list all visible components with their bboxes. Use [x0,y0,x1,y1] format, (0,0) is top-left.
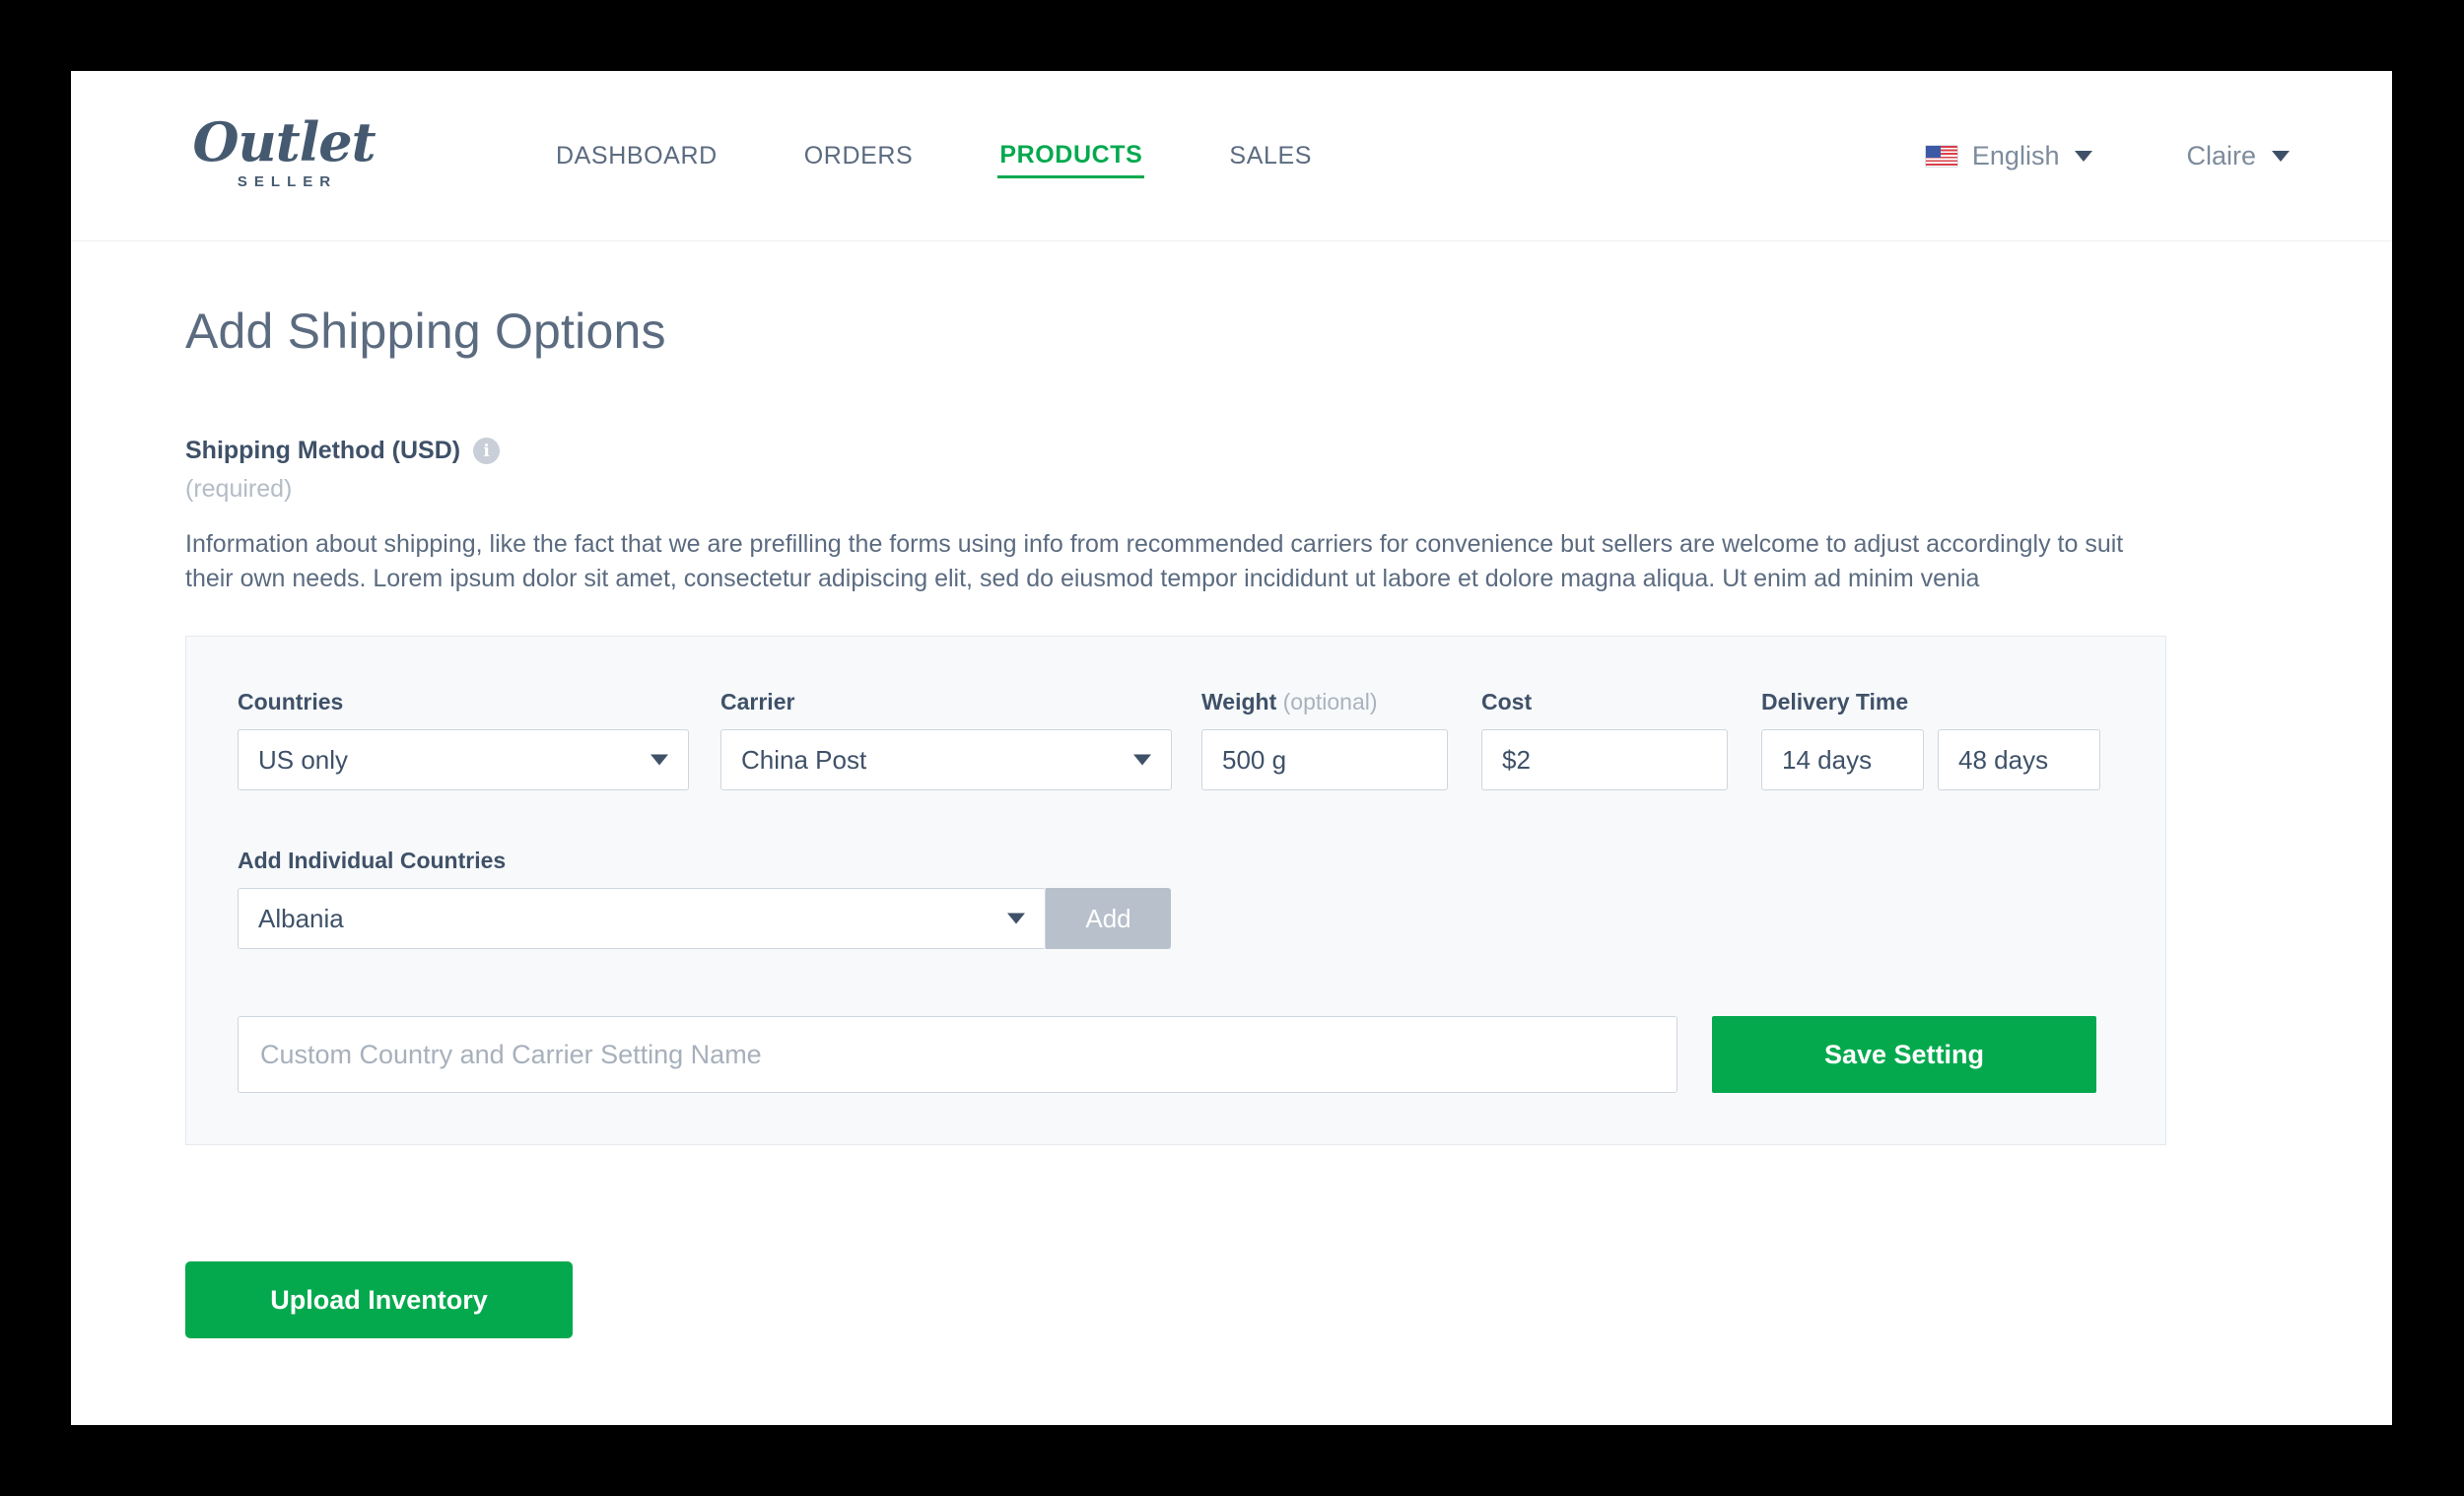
chevron-down-icon [2272,151,2290,162]
delivery-time-min-input[interactable]: 14 days [1761,729,1924,790]
chevron-down-icon [1007,913,1025,924]
chevron-down-icon [2075,151,2093,162]
user-name-label: Claire [2186,141,2256,170]
page-title: Add Shipping Options [185,304,666,359]
page-body: Add Shipping Options Shipping Method (US… [71,303,2392,1338]
countries-value: US only [258,744,349,775]
main-nav: DASHBOARD ORDERS PRODUCTS SALES [554,71,1314,241]
section-header: Shipping Method (USD) i [185,437,2278,465]
delivery-time-field: Delivery Time 14 days [1761,689,1924,790]
countries-label: Countries [238,689,344,714]
countries-select[interactable]: US only [238,729,689,790]
section-description: Information about shipping, like the fac… [185,530,2124,592]
add-individual-countries-label: Add Individual Countries [238,848,507,873]
individual-country-select[interactable]: Albania [238,888,1046,949]
delivery-time-max-field: 48 days [1938,729,2100,790]
add-individual-countries-row: Albania Add [238,888,2114,949]
carrier-value: China Post [741,744,867,775]
countries-field: Countries US only [238,689,689,790]
user-menu[interactable]: Claire [2186,141,2290,171]
section-title: Shipping Method (USD) [185,437,461,464]
shipping-field-row: Countries US only Carrier China Post Wei… [238,689,2114,790]
info-icon[interactable]: i [473,438,501,464]
chevron-down-icon [650,754,668,766]
save-setting-button[interactable]: Save Setting [1712,1016,2096,1093]
delivery-time-label: Delivery Time [1761,689,1909,714]
us-flag-icon [1924,145,1958,168]
shipping-method-panel: Countries US only Carrier China Post Wei… [185,636,2166,1145]
nav-item-orders[interactable]: ORDERS [802,136,916,176]
brand-logo-word: Outlet [192,110,376,173]
brand-logo-subtitle: SELLER [237,173,338,190]
weight-value: 500 g [1222,744,1287,775]
site-header: Outlet SELLER DASHBOARD ORDERS PRODUCTS … [71,71,2392,241]
nav-item-sales[interactable]: SALES [1227,136,1314,176]
weight-label: Weight (optional) [1201,689,1448,715]
required-note: (required) [185,475,293,503]
nav-item-products[interactable]: PRODUCTS [997,135,1145,178]
carrier-select[interactable]: China Post [720,729,1172,790]
custom-setting-name-input[interactable] [238,1016,1677,1093]
app-window: Outlet SELLER DASHBOARD ORDERS PRODUCTS … [71,71,2392,1425]
brand-logo[interactable]: Outlet SELLER [185,114,382,190]
delivery-time-max-input[interactable]: 48 days [1938,729,2100,790]
weight-label-optional: (optional) [1282,689,1378,714]
carrier-label: Carrier [720,689,795,714]
weight-label-text: Weight [1201,689,1277,714]
cost-input[interactable]: $2 [1481,729,1728,790]
cost-field: Cost $2 [1481,689,1728,790]
nav-item-dashboard[interactable]: DASHBOARD [554,136,719,176]
weight-field: Weight (optional) 500 g [1201,689,1448,790]
delivery-time-min-value: 14 days [1782,744,1873,775]
weight-input[interactable]: 500 g [1201,729,1448,790]
carrier-field: Carrier China Post [720,689,1172,790]
add-individual-countries-block: Add Individual Countries Albania Add [238,848,2114,949]
cost-label: Cost [1481,689,1533,714]
language-selector[interactable]: English [1924,141,2093,171]
chevron-down-icon [1133,754,1151,766]
save-setting-row: Save Setting [238,1016,2114,1093]
header-right-controls: English Claire [1924,71,2290,241]
add-country-button[interactable]: Add [1046,888,1171,949]
language-label: English [1971,141,2060,170]
cost-value: $2 [1502,744,1531,775]
upload-inventory-button[interactable]: Upload Inventory [185,1261,573,1338]
delivery-time-max-value: 48 days [1958,744,2049,775]
individual-country-value: Albania [258,903,344,933]
